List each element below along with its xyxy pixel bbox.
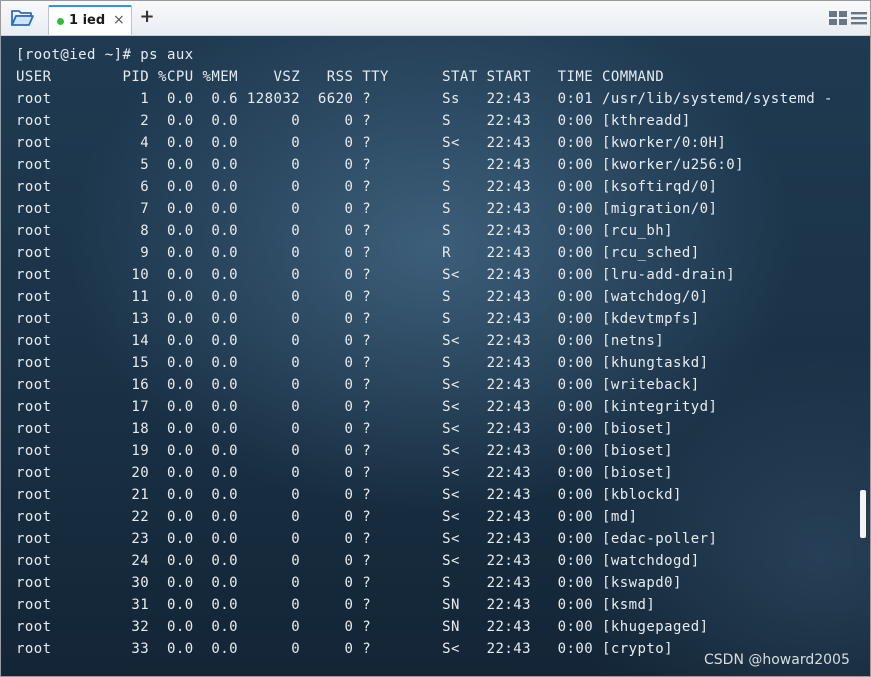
terminal-line: root 19 0.0 0.0 0 0 ? S< 22:43 0:00 [bio… [16,443,674,459]
connection-status-dot [57,18,64,25]
menu-button[interactable] [851,10,867,26]
hamburger-menu-icon [851,12,867,25]
terminal-line: root 6 0.0 0.0 0 0 ? S 22:43 0:00 [ksoft… [16,179,718,195]
terminal-line: root 20 0.0 0.0 0 0 ? S< 22:43 0:00 [bio… [16,465,674,481]
terminal-text: [root@ied ~]# ps aux USER PID %CPU %MEM … [16,44,833,660]
add-tab-button[interactable]: + [137,5,157,29]
terminal-line: root 14 0.0 0.0 0 0 ? S< 22:43 0:00 [net… [16,333,665,349]
terminal-window: 1 ied × + [root@ied ~]# ps aux USER PID … [0,0,871,677]
terminal-line: root 13 0.0 0.0 0 0 ? S 22:43 0:00 [kdev… [16,311,700,327]
terminal-line: root 2 0.0 0.0 0 0 ? S 22:43 0:00 [kthre… [16,113,691,129]
tab-close-icon[interactable]: × [113,12,125,28]
terminal-line: root 7 0.0 0.0 0 0 ? S 22:43 0:00 [migra… [16,201,718,217]
terminal-line: root 8 0.0 0.0 0 0 ? S 22:43 0:00 [rcu_b… [16,223,674,239]
terminal-line: root 16 0.0 0.0 0 0 ? S< 22:43 0:00 [wri… [16,377,700,393]
terminal-line: root 31 0.0 0.0 0 0 ? SN 22:43 0:00 [ksm… [16,597,656,613]
terminal-line: root 5 0.0 0.0 0 0 ? S 22:43 0:00 [kwork… [16,157,745,173]
terminal-line: root 9 0.0 0.0 0 0 ? R 22:43 0:00 [rcu_s… [16,245,700,261]
terminal-line: root 21 0.0 0.0 0 0 ? S< 22:43 0:00 [kbl… [16,487,682,503]
terminal-line: root 1 0.0 0.6 128032 6620 ? Ss 22:43 0:… [16,91,833,107]
terminal-line: root 32 0.0 0.0 0 0 ? SN 22:43 0:00 [khu… [16,619,709,635]
tab-bar: 1 ied × + [1,1,870,36]
terminal-line: root 30 0.0 0.0 0 0 ? S 22:43 0:00 [kswa… [16,575,682,591]
terminal-line: root 10 0.0 0.0 0 0 ? S< 22:43 0:00 [lru… [16,267,736,283]
terminal-output[interactable]: [root@ied ~]# ps aux USER PID %CPU %MEM … [1,36,870,676]
terminal-line: USER PID %CPU %MEM VSZ RSS TTY STAT STAR… [16,69,665,85]
terminal-line: root 23 0.0 0.0 0 0 ? S< 22:43 0:00 [eda… [16,531,718,547]
open-folder-button[interactable] [7,6,37,30]
terminal-line: root 11 0.0 0.0 0 0 ? S 22:43 0:00 [watc… [16,289,709,305]
grid-layout-icon [829,11,847,25]
tab-session-1[interactable]: 1 ied × [48,5,132,35]
terminal-line: root 4 0.0 0.0 0 0 ? S< 22:43 0:00 [kwor… [16,135,727,151]
terminal-line: root 24 0.0 0.0 0 0 ? S< 22:43 0:00 [wat… [16,553,700,569]
terminal-line: root 15 0.0 0.0 0 0 ? S 22:43 0:00 [khun… [16,355,709,371]
terminal-line: root 18 0.0 0.0 0 0 ? S< 22:43 0:00 [bio… [16,421,674,437]
terminal-line: root 22 0.0 0.0 0 0 ? S< 22:43 0:00 [md] [16,509,638,525]
folder-open-icon [11,10,34,26]
vertical-scrollbar-thumb[interactable] [860,490,866,538]
tab-label: 1 ied [69,13,106,28]
terminal-line: root 17 0.0 0.0 0 0 ? S< 22:43 0:00 [kin… [16,399,718,415]
terminal-line: [root@ied ~]# ps aux [16,47,194,63]
watermark: CSDN @howard2005 [704,652,850,668]
layout-button[interactable] [829,10,847,26]
